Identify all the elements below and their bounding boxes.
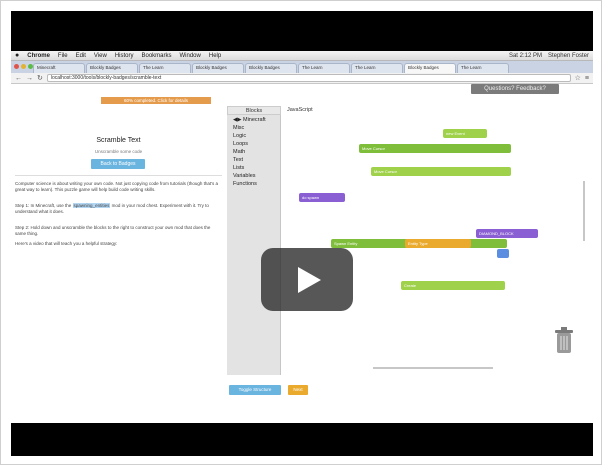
menu-window[interactable]: Window (180, 53, 201, 59)
intro-paragraph: Computer science is about writing your o… (15, 181, 218, 192)
play-icon (298, 267, 321, 293)
mac-menubar: ● Chrome File Edit View History Bookmark… (11, 51, 593, 61)
mod-name-highlight: spawning_entities (72, 203, 111, 208)
browser-tab[interactable]: The Learn (351, 63, 403, 73)
browser-tab[interactable]: Blockly Badges (192, 63, 244, 73)
workspace-vertical-scrollbar[interactable] (583, 181, 585, 241)
toolbox-item-minecraft[interactable]: ◀▶ Minecraft (233, 117, 266, 124)
progress-bar[interactable]: 60% completed. Click for details (101, 97, 211, 104)
back-to-badges-button[interactable]: Back to Badges (91, 159, 145, 169)
toolbox-item-text[interactable]: Text (233, 157, 243, 164)
video-embed-frame: ● Chrome File Edit View History Bookmark… (0, 0, 602, 465)
menu-app-name[interactable]: Chrome (27, 53, 50, 59)
reload-icon[interactable]: ↻ (37, 74, 43, 82)
menu-view[interactable]: View (94, 53, 107, 59)
browser-tab-active[interactable]: Blockly Badges (404, 63, 456, 73)
browser-tab[interactable]: Minecraft (33, 63, 85, 73)
minimize-window-icon[interactable] (21, 64, 26, 69)
user-name[interactable]: Stephen Foster (548, 53, 589, 59)
code-block[interactable]: new Event (443, 129, 487, 138)
code-block[interactable]: Create (401, 281, 505, 290)
toolbox-item-variables[interactable]: Variables (233, 173, 256, 180)
toolbox-item-label: Minecraft (243, 117, 266, 123)
step2-paragraph: Step 2: Hold down and unscramble the blo… (15, 225, 211, 236)
browser-tab[interactable]: Blockly Badges (245, 63, 297, 73)
video-screen: ● Chrome File Edit View History Bookmark… (11, 51, 593, 423)
browser-tab[interactable]: The Learn (139, 63, 191, 73)
divider (15, 175, 222, 176)
step1-text-a: Step 1: In Minecraft, use the (15, 203, 72, 208)
window-controls (14, 64, 33, 69)
toolbox-item-functions[interactable]: Functions (233, 181, 257, 188)
video-intro-paragraph: Here's a video that will teach you a hel… (15, 241, 118, 246)
toggle-structure-button[interactable]: Toggle Structure (229, 385, 281, 395)
zoom-window-icon[interactable] (28, 64, 33, 69)
code-block-connector[interactable] (497, 249, 509, 258)
toolbox-item-misc[interactable]: Misc (233, 125, 244, 132)
toolbox-item-logic[interactable]: Logic (233, 133, 246, 140)
toolbox-item-loops[interactable]: Loops (233, 141, 248, 148)
play-button[interactable] (261, 248, 353, 311)
browser-tab[interactable]: The Learn (298, 63, 350, 73)
code-block[interactable]: DIAMOND_BLOCK (476, 229, 538, 238)
menu-icon[interactable]: ≡ (585, 75, 589, 82)
menu-edit[interactable]: Edit (76, 53, 86, 59)
code-block[interactable]: Move Cursor (359, 144, 511, 153)
expand-icon: ◀▶ (233, 117, 242, 123)
page-subtitle: Unscramble some code (94, 149, 143, 154)
toolbox-item-math[interactable]: Math (233, 149, 245, 156)
step1-paragraph: Step 1: In Minecraft, use the spawning_e… (15, 203, 220, 215)
star-icon[interactable]: ☆ (575, 74, 581, 82)
workspace-horizontal-scrollbar[interactable] (373, 367, 493, 369)
code-block[interactable]: Entity Type (405, 239, 471, 248)
menu-bookmarks[interactable]: Bookmarks (142, 53, 172, 59)
browser-tab[interactable]: The Learn (457, 63, 509, 73)
block-toolbox: ◀▶ Minecraft Misc Logic Loops Math Text … (227, 115, 281, 375)
code-block[interactable]: Move Cursor (371, 167, 511, 176)
page-title: Scramble Text (96, 137, 141, 144)
close-window-icon[interactable] (14, 64, 19, 69)
instructions-pane: Scramble Text Unscramble some code Back … (11, 107, 226, 423)
menubar-status: Sat 2:12 PM Stephen Foster (509, 53, 589, 59)
browser-tab-strip: Minecraft Blockly Badges The Learn Block… (11, 61, 593, 73)
next-button[interactable]: Next (288, 385, 308, 395)
url-field[interactable]: localhost:3000/tools/blockly-badges/scra… (46, 74, 571, 82)
apple-icon: ● (15, 52, 20, 59)
back-arrow-icon[interactable]: ← (15, 75, 22, 82)
clock: Sat 2:12 PM (508, 52, 542, 59)
toolbox-item-lists[interactable]: Lists (233, 165, 244, 172)
feedback-button[interactable]: Questions? Feedback? (471, 84, 559, 94)
tab-javascript[interactable]: JavaScript (283, 106, 323, 115)
tab-blocks[interactable]: Blocks (227, 106, 281, 115)
menu-file[interactable]: File (58, 53, 68, 59)
video-player[interactable]: ● Chrome File Edit View History Bookmark… (11, 11, 593, 456)
code-block[interactable]: do spawn (299, 193, 345, 202)
menu-help[interactable]: Help (209, 53, 221, 59)
forward-arrow-icon[interactable]: → (26, 75, 33, 82)
browser-tab[interactable]: Blockly Badges (86, 63, 138, 73)
address-bar: ← → ↻ localhost:3000/tools/blockly-badge… (11, 73, 593, 84)
menu-history[interactable]: History (115, 53, 134, 59)
trash-icon[interactable] (555, 327, 573, 355)
